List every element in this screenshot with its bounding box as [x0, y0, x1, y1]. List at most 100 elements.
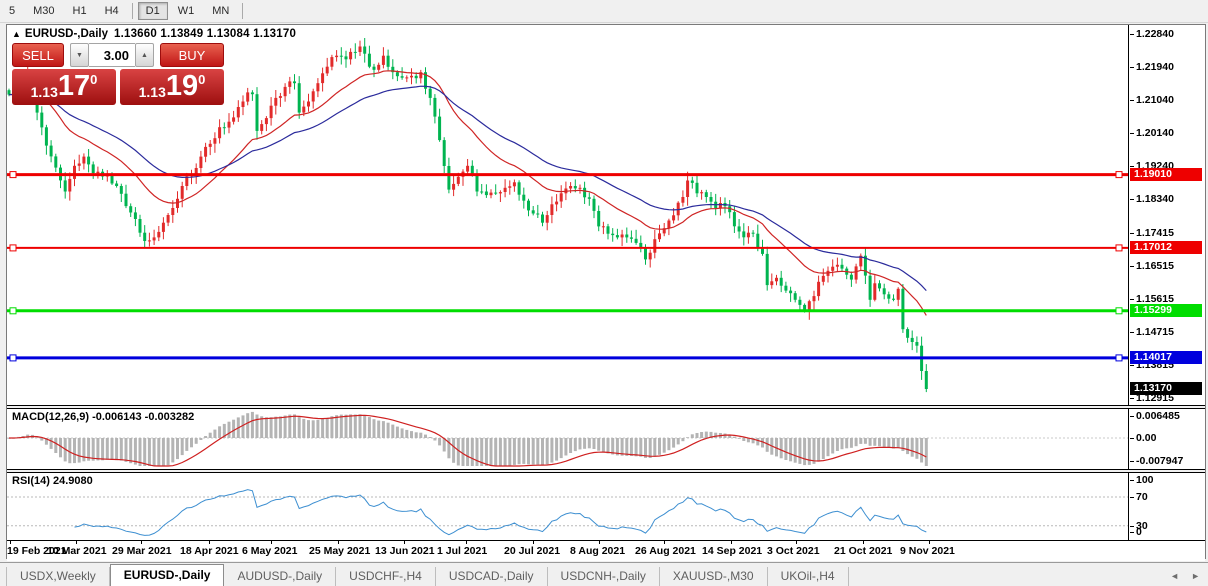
- hline-handle[interactable]: [10, 172, 16, 178]
- rsi-pane: RSI(14) 24.9080 10070300: [7, 473, 1205, 541]
- buy-price-prefix: 1.13: [139, 84, 166, 100]
- time-axis[interactable]: 19 Feb 202110 Mar 202129 Mar 202118 Apr …: [7, 541, 1205, 561]
- date-tick-mark: [76, 541, 77, 544]
- hline-handle[interactable]: [10, 355, 16, 361]
- date-label: 25 May 2021: [309, 545, 370, 557]
- hline-handle[interactable]: [1116, 245, 1122, 251]
- toolbar-separator: [132, 3, 133, 19]
- buy-button[interactable]: BUY: [160, 43, 224, 67]
- one-click-trading-panel: SELL ▼ 3.00 ▲ BUY 1.13 17 0 1.13 19 0: [12, 43, 228, 105]
- price-tick: 1.18340: [1136, 193, 1174, 205]
- tab-audusd-daily[interactable]: AUDUSD-,Daily: [224, 567, 336, 586]
- volume-field[interactable]: 3.00: [89, 43, 135, 67]
- date-tick-mark: [533, 541, 534, 544]
- price-pane: ▲ EURUSD-,Daily 1.13660 1.13849 1.13084 1.…: [7, 25, 1205, 406]
- tab-usdcad-daily[interactable]: USDCAD-,Daily: [436, 567, 548, 586]
- volume-increase-button[interactable]: ▲: [135, 43, 154, 67]
- date-label: 8 Aug 2021: [570, 545, 625, 557]
- buy-price-box[interactable]: 1.13 19 0: [120, 69, 224, 105]
- date-label: 26 Aug 2021: [635, 545, 696, 557]
- chart-ohlc-values: 1.13660 1.13849 1.13084 1.13170: [114, 28, 296, 40]
- trade-prices-row: 1.13 17 0 1.13 19 0: [12, 69, 228, 105]
- hline-handle[interactable]: [1116, 355, 1122, 361]
- macd-axis-tick: 0.006485: [1136, 410, 1180, 422]
- date-label: 14 Sep 2021: [702, 545, 762, 557]
- rsi-axis-tick: 100: [1136, 474, 1154, 486]
- spinner-up-icon: ▲: [141, 52, 148, 59]
- timeframe-h1[interactable]: H1: [65, 2, 95, 20]
- hline-handle[interactable]: [1116, 308, 1122, 314]
- buy-price-big-digits: 19: [166, 69, 198, 103]
- buy-price-pip-digit: 0: [198, 72, 205, 87]
- date-label: 29 Mar 2021: [112, 545, 172, 557]
- price-axis: 1.228401.219401.210401.201401.192401.183…: [1128, 25, 1205, 405]
- date-tick-mark: [929, 541, 930, 544]
- volume-decrease-button[interactable]: ▼: [70, 43, 89, 67]
- level-price-label: 1.14017: [1130, 351, 1202, 364]
- rsi-label: RSI(14) 24.9080: [12, 475, 93, 487]
- chart-symbol-label: EURUSD-,Daily: [25, 28, 108, 40]
- date-tick-mark: [863, 541, 864, 544]
- price-tick: 1.20140: [1136, 127, 1174, 139]
- sell-price-pip-digit: 0: [90, 72, 97, 87]
- hline-handle[interactable]: [10, 308, 16, 314]
- sell-price-box[interactable]: 1.13 17 0: [12, 69, 116, 105]
- chart-tab-bar: USDX,WeeklyEURUSD-,DailyAUDUSD-,DailyUSD…: [0, 562, 1208, 586]
- date-label: 9 Nov 2021: [900, 545, 955, 557]
- timeframe-5[interactable]: 5: [1, 2, 23, 20]
- price-tick: 1.17415: [1136, 227, 1174, 239]
- date-tick-mark: [796, 541, 797, 544]
- macd-axis-tick: 0.00: [1136, 432, 1156, 444]
- level-price-label: 1.19010: [1130, 168, 1202, 181]
- timeframe-d1[interactable]: D1: [138, 2, 168, 20]
- current-price-label: 1.13170: [1130, 382, 1202, 395]
- tab-ukoil-h4[interactable]: UKOil-,H4: [768, 567, 849, 586]
- tab-scroll-controls: ◄ ►: [1170, 571, 1200, 581]
- timeframe-mn[interactable]: MN: [204, 2, 237, 20]
- date-tick-mark: [404, 541, 405, 544]
- rsi-axis: 10070300: [1128, 473, 1205, 540]
- date-label: 1 Jul 2021: [437, 545, 487, 557]
- tab-scroll-right-icon[interactable]: ►: [1191, 571, 1200, 581]
- tab-usdchf-h4[interactable]: USDCHF-,H4: [336, 567, 436, 586]
- tab-scroll-left-icon[interactable]: ◄: [1170, 571, 1179, 581]
- tab-usdx-weekly[interactable]: USDX,Weekly: [6, 567, 110, 586]
- chart-tabs: USDX,WeeklyEURUSD-,DailyAUDUSD-,DailyUSD…: [6, 564, 849, 586]
- toolbar-separator: [242, 3, 243, 19]
- price-tick: 1.22840: [1136, 28, 1174, 40]
- date-tick-mark: [731, 541, 732, 544]
- tab-xauusd-m30[interactable]: XAUUSD-,M30: [660, 567, 768, 586]
- hline-handle[interactable]: [10, 245, 16, 251]
- date-label: 20 Jul 2021: [504, 545, 560, 557]
- date-tick-mark: [141, 541, 142, 544]
- date-tick-mark: [664, 541, 665, 544]
- date-tick-mark: [338, 541, 339, 544]
- rsi-plot[interactable]: [7, 473, 1128, 539]
- timeframe-m30[interactable]: M30: [25, 2, 62, 20]
- hline-handle[interactable]: [1116, 172, 1122, 178]
- macd-axis-tick: -0.007947: [1136, 455, 1183, 467]
- date-label: 21 Oct 2021: [834, 545, 892, 557]
- date-tick-mark: [271, 541, 272, 544]
- level-price-label: 1.17012: [1130, 241, 1202, 254]
- tab-usdcnh-daily[interactable]: USDCNH-,Daily: [548, 567, 660, 586]
- trade-controls-row: SELL ▼ 3.00 ▲ BUY: [12, 43, 228, 67]
- date-label: 3 Oct 2021: [767, 545, 820, 557]
- sell-price-prefix: 1.13: [31, 84, 58, 100]
- timeframe-w1[interactable]: W1: [170, 2, 203, 20]
- date-tick-mark: [209, 541, 210, 544]
- date-tick-mark: [599, 541, 600, 544]
- level-price-label: 1.15299: [1130, 304, 1202, 317]
- timeframe-h4[interactable]: H4: [97, 2, 127, 20]
- date-label: 6 May 2021: [242, 545, 297, 557]
- price-tick: 1.14715: [1136, 326, 1174, 338]
- panel-collapse-icon[interactable]: ▲: [12, 29, 21, 39]
- chart-window: ▲ EURUSD-,Daily 1.13660 1.13849 1.13084 1.…: [6, 24, 1206, 559]
- date-label: 13 Jun 2021: [375, 545, 435, 557]
- tab-eurusd-daily[interactable]: EURUSD-,Daily: [110, 564, 225, 586]
- sell-price-big-digits: 17: [58, 69, 90, 103]
- rsi-axis-tick: 0: [1136, 526, 1142, 538]
- sell-button[interactable]: SELL: [12, 43, 64, 67]
- date-label: 10 Mar 2021: [47, 545, 107, 557]
- price-tick: 1.21940: [1136, 61, 1174, 73]
